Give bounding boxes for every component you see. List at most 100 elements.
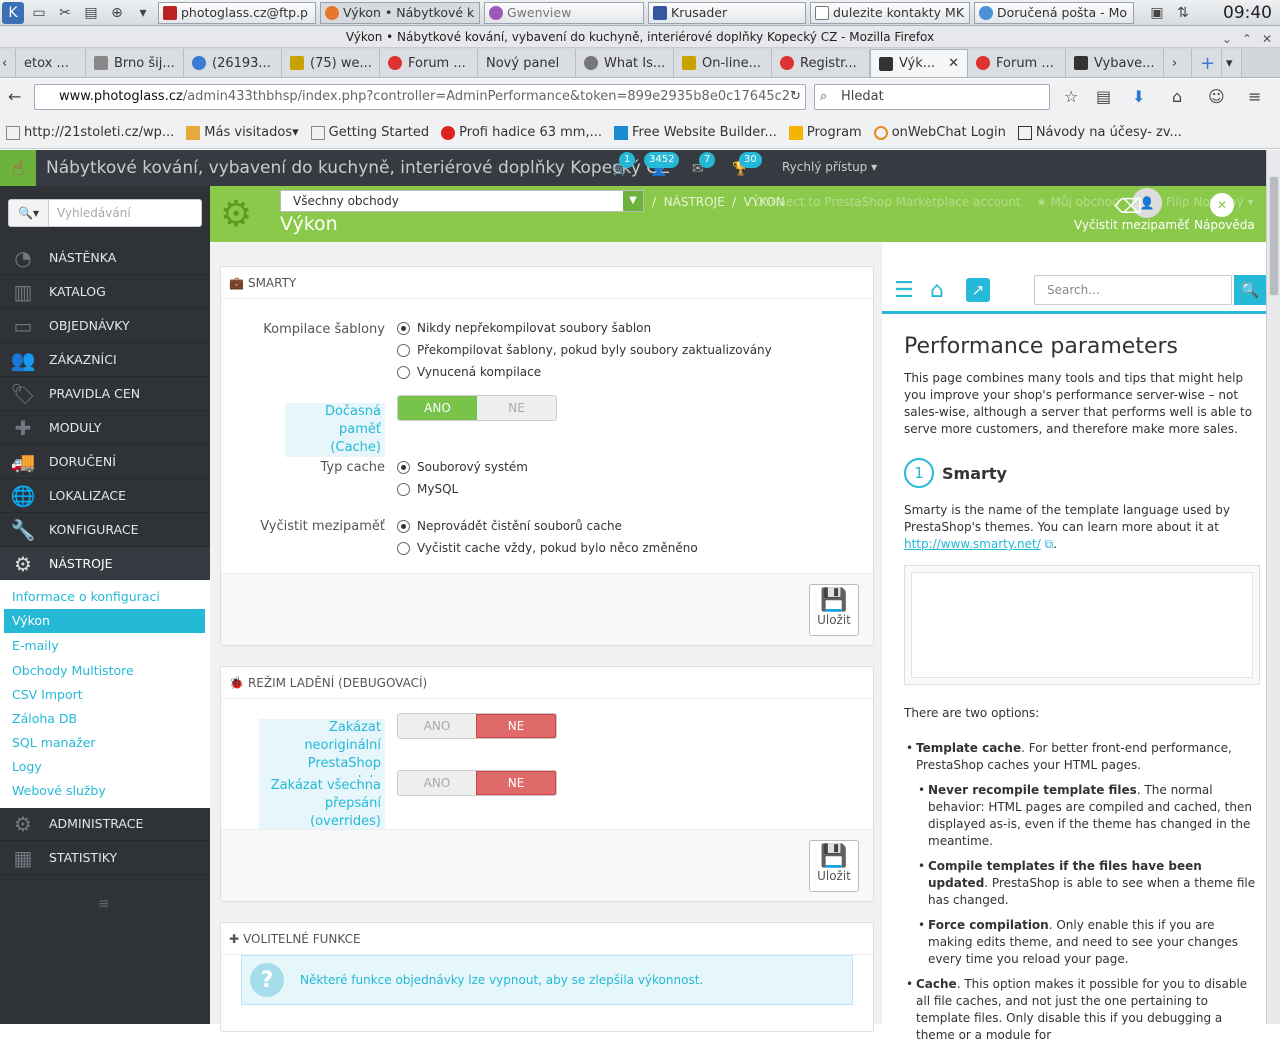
task-gwenview[interactable]: Gwenview bbox=[484, 1, 644, 24]
browser-tab[interactable]: (75) we... bbox=[282, 49, 380, 77]
radio[interactable] bbox=[397, 482, 410, 496]
windows-tray-icon[interactable]: ▣ bbox=[1146, 2, 1168, 24]
submenu-item[interactable]: CSV Import bbox=[12, 687, 83, 702]
tab-list-button[interactable]: ▾ bbox=[1222, 49, 1242, 77]
smarty-link[interactable]: http://www.smarty.net/ bbox=[904, 537, 1041, 551]
task-firefox[interactable]: Výkon • Nábytkové k bbox=[320, 1, 480, 24]
menu-item-price-rules[interactable]: 🏷 PRAVIDLA CEN bbox=[0, 377, 210, 411]
submenu-item[interactable]: E-maily bbox=[12, 638, 59, 653]
customers-icon[interactable]: 👤 3452 bbox=[644, 152, 680, 177]
home-icon[interactable]: ⌂ bbox=[930, 278, 944, 303]
bookmark[interactable]: Program bbox=[788, 125, 862, 140]
menu-item-localization[interactable]: 🌐 LOKALIZACE bbox=[0, 479, 210, 513]
radio-checked[interactable] bbox=[397, 460, 410, 474]
bookmark[interactable]: onWebChat Login bbox=[873, 125, 1006, 140]
collapse-menu-icon[interactable]: ≡ bbox=[98, 896, 110, 912]
browser-tab[interactable]: Vybave... bbox=[1066, 49, 1164, 77]
radio[interactable] bbox=[397, 365, 410, 379]
menu-item-catalog[interactable]: ▥ KATALOG bbox=[0, 275, 210, 309]
compile-option-force[interactable]: Vynucená kompilace bbox=[397, 365, 541, 379]
bookmark-folder[interactable]: Más visitados ▾ bbox=[186, 125, 299, 140]
task-document[interactable]: dulezite kontakty MK bbox=[810, 1, 970, 24]
back-icon[interactable]: ← bbox=[8, 87, 21, 106]
trophy-icon[interactable]: 🏆 30 bbox=[732, 152, 762, 177]
reading-list-icon[interactable]: ▤ bbox=[1096, 87, 1111, 106]
submenu-item[interactable]: Logy bbox=[12, 759, 42, 774]
radio[interactable] bbox=[397, 343, 410, 357]
menu-item-dashboard[interactable]: ◔ NÁSTĚNKA bbox=[0, 241, 210, 275]
task-ftp[interactable]: photoglass.cz@ftp.p bbox=[158, 1, 316, 24]
tab-scroll-left[interactable]: ‹ bbox=[0, 49, 16, 77]
cache-label[interactable]: Dočasná paměť (Cache) bbox=[285, 403, 385, 457]
sidebar-search[interactable]: 🔍▾ Vyhledávání bbox=[8, 199, 202, 227]
page-scrollbar[interactable] bbox=[1266, 150, 1280, 1024]
network-icon[interactable]: ⊕ bbox=[106, 2, 128, 24]
chat-icon[interactable]: ☺ bbox=[1208, 87, 1225, 106]
disable-overrides-label[interactable]: Zakázat všechna přepsání (overrides) bbox=[259, 777, 385, 831]
marketplace-link[interactable]: Connect to PrestaShop Marketplace accoun… bbox=[755, 195, 1021, 209]
shop-select[interactable]: Všechny obchody ▼ bbox=[280, 190, 644, 212]
new-tab-button[interactable]: + bbox=[1192, 49, 1222, 77]
clipboard-icon[interactable]: ▤ bbox=[80, 2, 102, 24]
menu-item-stats[interactable]: ▦ STATISTIKY bbox=[0, 841, 210, 875]
bookmark[interactable]: Free Website Builder... bbox=[613, 125, 777, 140]
terminal-icon[interactable]: ▭ bbox=[28, 2, 50, 24]
browser-tab-active[interactable]: Výk... ✕ bbox=[870, 49, 968, 77]
star-icon[interactable]: ☆ bbox=[1064, 87, 1078, 106]
chevron-down-icon[interactable]: ▾ bbox=[132, 2, 154, 24]
menu-icon[interactable]: ≡ bbox=[1248, 87, 1261, 106]
submenu-item-active[interactable]: Výkon bbox=[4, 609, 205, 633]
browser-tab[interactable]: What Is... bbox=[576, 49, 674, 77]
switch-no[interactable]: NE bbox=[476, 714, 556, 738]
browser-tab[interactable]: Nový panel bbox=[478, 49, 576, 77]
reload-icon[interactable]: ↻ bbox=[790, 89, 801, 104]
browser-tab[interactable]: (26193... bbox=[184, 49, 282, 77]
help-button[interactable]: Nápověda bbox=[1194, 218, 1255, 232]
close-icon[interactable]: ✕ bbox=[1262, 28, 1272, 50]
save-button[interactable]: 💾 Uložit bbox=[809, 584, 859, 636]
submenu-item[interactable]: Webové služby bbox=[12, 783, 106, 798]
switch-yes[interactable]: ANO bbox=[398, 396, 477, 420]
scissors-icon[interactable]: ✂ bbox=[54, 2, 76, 24]
submenu-item[interactable]: Informace o konfiguraci bbox=[12, 589, 160, 604]
menu-item-modules[interactable]: ✚ MODULY bbox=[0, 411, 210, 445]
radio[interactable] bbox=[397, 541, 410, 555]
menu-item-administration[interactable]: ⚙ ADMINISTRACE bbox=[0, 807, 210, 841]
help-search-input[interactable]: Search... bbox=[1034, 275, 1232, 305]
cart-icon[interactable]: 🛒 1 bbox=[612, 152, 636, 177]
url-bar[interactable]: www.photoglass.cz/admin433thbhsp/index.p… bbox=[34, 84, 806, 110]
external-link-icon[interactable]: ↗ bbox=[966, 278, 990, 302]
switch-yes[interactable]: ANO bbox=[398, 714, 476, 738]
prestashop-logo[interactable]: ☝ bbox=[0, 150, 36, 186]
browser-tab[interactable]: On-line... bbox=[674, 49, 772, 77]
clear-cache-button[interactable]: Vyčistit mezipaměť bbox=[1074, 218, 1189, 232]
home-icon[interactable]: ⌂ bbox=[1172, 87, 1182, 106]
browser-tab[interactable]: Registr... bbox=[772, 49, 870, 77]
cache-type-mysql[interactable]: MySQL bbox=[397, 482, 458, 496]
menu-item-tools[interactable]: ⚙ NÁSTROJE bbox=[0, 547, 210, 581]
browser-tab[interactable]: Brno šij... bbox=[86, 49, 184, 77]
scrollbar-thumb[interactable] bbox=[1269, 176, 1279, 296]
menu-item-configuration[interactable]: 🔧 KONFIGURACE bbox=[0, 513, 210, 547]
tray-arrow-icon[interactable]: ⇅ bbox=[1172, 2, 1194, 24]
bookmark[interactable]: Návody na účesy- zv... bbox=[1017, 125, 1182, 140]
tab-scroll-right[interactable]: › bbox=[1164, 49, 1192, 77]
menu-item-shipping[interactable]: 🚚 DORUČENÍ bbox=[0, 445, 210, 479]
disable-overrides-switch[interactable]: ANO NE bbox=[397, 770, 557, 796]
maximize-icon[interactable]: ⌃ bbox=[1242, 28, 1252, 50]
switch-no[interactable]: NE bbox=[477, 396, 556, 420]
task-mail[interactable]: Doručená pošta - Mo bbox=[974, 1, 1134, 24]
switch-no[interactable]: NE bbox=[476, 771, 556, 795]
browser-tab[interactable]: Forum ... bbox=[380, 49, 478, 77]
task-krusader[interactable]: Krusader bbox=[648, 1, 806, 24]
search-icon[interactable]: 🔍 bbox=[1234, 275, 1266, 305]
submenu-item[interactable]: Obchody Multistore bbox=[12, 663, 134, 678]
browser-search-input[interactable]: Hledat bbox=[814, 84, 1050, 110]
bookmark[interactable]: Profi hadice 63 mm,... bbox=[441, 125, 602, 140]
close-tab-icon[interactable]: ✕ bbox=[948, 56, 959, 71]
radio-checked[interactable] bbox=[397, 519, 410, 533]
cache-type-fs[interactable]: Souborový systém bbox=[397, 460, 528, 474]
messages-icon[interactable]: ✉ 7 bbox=[692, 152, 716, 177]
breadcrumb-tools[interactable]: / NÁSTROJE bbox=[652, 195, 725, 209]
compile-option-updated[interactable]: Překompilovat šablony, pokud byly soubor… bbox=[397, 343, 772, 357]
